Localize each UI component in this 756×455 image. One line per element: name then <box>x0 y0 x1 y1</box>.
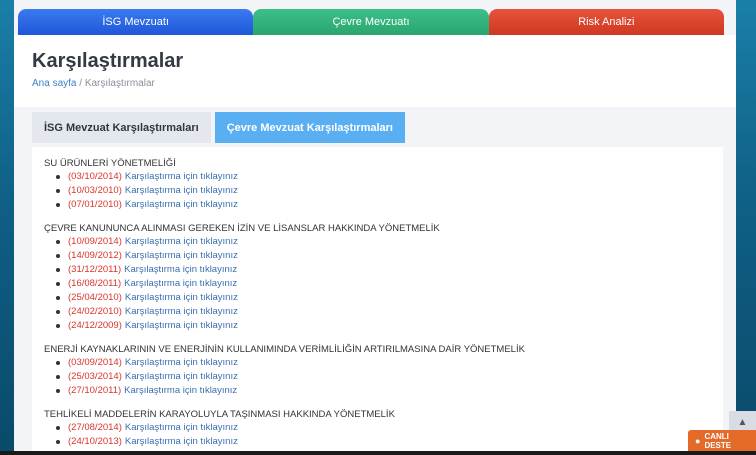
comparison-date: (03/09/2014) <box>68 357 122 368</box>
nav-tab-risk-analizi[interactable]: Risk Analizi <box>488 9 724 35</box>
comparison-item: (24/02/2010) Karşılaştırma için tıklayını… <box>56 305 723 319</box>
main-content: İSG Mevzuat Karşılaştırmaları Çevre Mevz… <box>32 112 723 455</box>
comparison-item: (24/12/2009) Karşılaştırma için tıklayını… <box>56 319 723 333</box>
comparison-date: (24/10/2013) <box>68 436 122 447</box>
live-support-button[interactable]: ● CANLI DESTE <box>688 430 756 452</box>
bullet-icon <box>56 426 60 430</box>
comparison-link[interactable]: Karşılaştırma için tıklayınız <box>125 198 238 212</box>
regulation-title: ÇEVRE KANUNUNCA ALINMASI GEREKEN İZİN VE… <box>44 223 440 234</box>
comparison-date: (10/03/2010) <box>68 185 122 196</box>
page-title: Karşılaştırmalar <box>32 50 184 72</box>
comparison-link[interactable]: Karşılaştırma için tıklayınız <box>125 291 238 305</box>
comparison-date: (24/12/2009) <box>68 320 122 331</box>
comparison-link[interactable]: Karşılaştırma için tıklayınız <box>124 263 237 277</box>
bullet-icon <box>56 440 60 444</box>
comparison-link[interactable]: Karşılaştırma için tıklayınız <box>124 384 237 398</box>
comparison-link[interactable]: Karşılaştırma için tıklayınız <box>125 370 238 384</box>
tab-cevre-comparisons[interactable]: Çevre Mevzuat Karşılaştırmaları <box>214 112 405 143</box>
comparison-item: (07/01/2010) Karşılaştırma için tıklayını… <box>56 198 723 212</box>
bullet-icon <box>56 375 60 379</box>
comparison-item: (25/04/2010) Karşılaştırma için tıklayını… <box>56 291 723 305</box>
top-navigation: İSG Mevzuatı Çevre Mevzuatı Risk Analizi <box>18 9 724 35</box>
comparison-list: (03/09/2014) Karşılaştırma için tıklayını… <box>56 356 723 398</box>
comparison-date: (10/09/2014) <box>68 236 122 247</box>
bullet-icon <box>56 282 60 286</box>
comparison-tabs: İSG Mevzuat Karşılaştırmaları Çevre Mevz… <box>32 112 409 144</box>
bullet-icon <box>56 268 60 272</box>
regulation-group: ÇEVRE KANUNUNCA ALINMASI GEREKEN İZİN VE… <box>32 222 723 333</box>
comparison-date: (27/10/2011) <box>68 385 122 396</box>
regulation-group: ENERJİ KAYNAKLARININ VE ENERJİNİN KULLAN… <box>32 343 723 398</box>
comparison-panel: SU ÜRÜNLERİ YÖNETMELİĞİ (03/10/2014) Karşı… <box>32 147 723 455</box>
comparison-date: (25/04/2010) <box>68 292 122 303</box>
bullet-icon <box>56 189 60 193</box>
comparison-date: (07/01/2010) <box>68 199 122 210</box>
nav-tab-cevre-mevzuati[interactable]: Çevre Mevzuatı <box>253 9 489 35</box>
breadcrumb-current: Karşılaştırmalar <box>84 78 155 89</box>
bottom-edge <box>0 451 756 455</box>
comparison-item: (03/10/2014) Karşılaştırma için tıklayını… <box>56 170 723 184</box>
comparison-link[interactable]: Karşılaştırma için tıklayınız <box>125 170 238 184</box>
comparison-date: (25/03/2014) <box>68 371 122 382</box>
breadcrumb-separator: / <box>76 78 85 89</box>
chat-bubble-icon: ● <box>695 436 701 446</box>
page-header: Karşılaştırmalar Ana sayfa / Karşılaştır… <box>14 35 736 107</box>
regulation-title: TEHLİKELİ MADDELERİN KARAYOLUYLA TAŞINMA… <box>44 409 395 420</box>
comparison-link[interactable]: Karşılaştırma için tıklayınız <box>125 305 238 319</box>
comparison-item: (24/10/2013) Karşılaştırma için tıklayını… <box>56 435 723 449</box>
bullet-icon <box>56 240 60 244</box>
comparison-item: (03/09/2014) Karşılaştırma için tıklayını… <box>56 356 723 370</box>
comparison-item: (27/10/2011) Karşılaştırma için tıklayını… <box>56 384 723 398</box>
comparison-date: (14/09/2012) <box>68 250 122 261</box>
comparison-link[interactable]: Karşılaştırma için tıklayınız <box>125 356 238 370</box>
comparison-date: (03/10/2014) <box>68 171 122 182</box>
comparison-item: (10/03/2010) Karşılaştırma için tıklayını… <box>56 184 723 198</box>
comparison-date: (24/02/2010) <box>68 306 122 317</box>
regulation-title: SU ÜRÜNLERİ YÖNETMELİĞİ <box>44 158 176 169</box>
comparison-item: (25/03/2014) Karşılaştırma için tıklayını… <box>56 370 723 384</box>
comparison-item: (16/08/2011) Karşılaştırma için tıklayını… <box>56 277 723 291</box>
comparison-link[interactable]: Karşılaştırma için tıklayınız <box>125 435 238 449</box>
comparison-link[interactable]: Karşılaştırma için tıklayınız <box>125 235 238 249</box>
bullet-icon <box>56 361 60 365</box>
regulation-group: TEHLİKELİ MADDELERİN KARAYOLUYLA TAŞINMA… <box>32 408 723 455</box>
comparison-list: (03/10/2014) Karşılaştırma için tıklayını… <box>56 170 723 212</box>
comparison-link[interactable]: Karşılaştırma için tıklayınız <box>125 249 238 263</box>
nav-tab-isg-mevzuati[interactable]: İSG Mevzuatı <box>18 9 254 35</box>
comparison-item: (27/08/2014) Karşılaştırma için tıklayını… <box>56 421 723 435</box>
comparison-link[interactable]: Karşılaştırma için tıklayınız <box>125 421 238 435</box>
bullet-icon <box>56 310 60 314</box>
chevron-up-icon: ▲ <box>737 416 748 428</box>
bullet-icon <box>56 203 60 207</box>
breadcrumb: Ana sayfa / Karşılaştırmalar <box>32 78 155 89</box>
bullet-icon <box>56 389 60 393</box>
comparison-item: (14/09/2012) Karşılaştırma için tıklayını… <box>56 249 723 263</box>
bullet-icon <box>56 324 60 328</box>
comparison-link[interactable]: Karşılaştırma için tıklayınız <box>125 319 238 333</box>
regulation-title: ENERJİ KAYNAKLARININ VE ENERJİNİN KULLAN… <box>44 344 525 355</box>
bullet-icon <box>56 175 60 179</box>
comparison-item: (10/09/2014) Karşılaştırma için tıklayını… <box>56 235 723 249</box>
comparison-date: (31/12/2011) <box>68 264 122 275</box>
tab-isg-comparisons[interactable]: İSG Mevzuat Karşılaştırmaları <box>32 112 211 143</box>
comparison-link[interactable]: Karşılaştırma için tıklayınız <box>125 184 238 198</box>
breadcrumb-home-link[interactable]: Ana sayfa <box>32 78 76 89</box>
comparison-date: (27/08/2014) <box>68 422 122 433</box>
live-support-label: CANLI DESTE <box>704 432 732 450</box>
regulation-group: SU ÜRÜNLERİ YÖNETMELİĞİ (03/10/2014) Karşı… <box>32 157 723 212</box>
bullet-icon <box>56 296 60 300</box>
comparison-link[interactable]: Karşılaştırma için tıklayınız <box>124 277 237 291</box>
bullet-icon <box>56 254 60 258</box>
comparison-list: (27/08/2014) Karşılaştırma için tıklayını… <box>56 421 723 455</box>
comparison-item: (31/12/2011) Karşılaştırma için tıklayını… <box>56 263 723 277</box>
comparison-date: (16/08/2011) <box>68 278 122 289</box>
comparison-list: (10/09/2014) Karşılaştırma için tıklayını… <box>56 235 723 333</box>
